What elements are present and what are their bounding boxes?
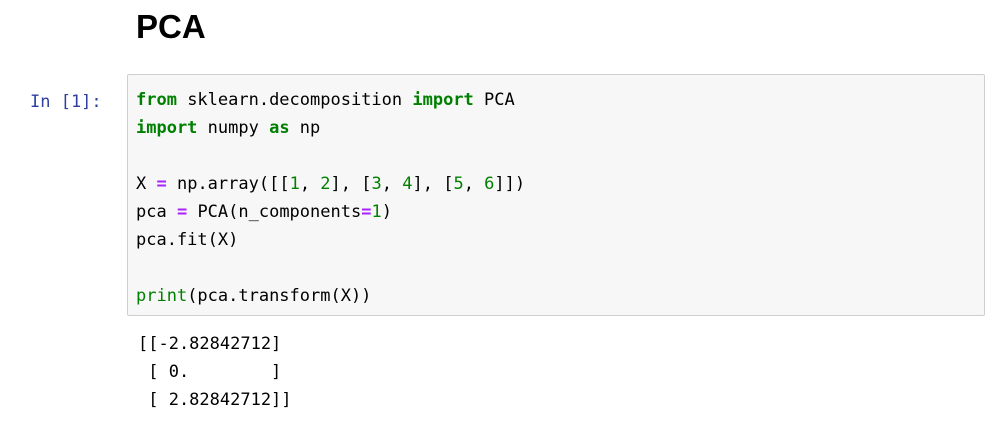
code-cell-input[interactable]: from sklearn.decomposition import PCA imp… <box>127 74 985 316</box>
code-token: PCA(n_components <box>187 202 362 222</box>
code-token: ], [ <box>330 174 372 194</box>
code-token: sklearn.decomposition <box>176 90 413 110</box>
code-line: ​ <box>136 142 525 170</box>
output-line: [ 0. ] <box>138 362 282 382</box>
code-token-num: 1 <box>289 174 300 194</box>
code-token-num: 3 <box>371 174 382 194</box>
code-token: , <box>381 174 403 194</box>
code-token: (pca.transform(X)) <box>187 286 372 306</box>
code-token: pca.fit(X) <box>136 230 239 250</box>
code-token: ]]) <box>494 174 526 194</box>
code-token-op: = <box>176 202 188 222</box>
code-token: np <box>289 118 321 138</box>
code-token-kw: as <box>269 118 290 138</box>
code-token: , <box>463 174 485 194</box>
code-token-op: = <box>156 174 167 194</box>
code-line: import numpy as np <box>136 114 525 142</box>
code-token: np.array([[ <box>166 174 290 194</box>
code-token-kw: from <box>136 90 177 110</box>
code-line: ​ <box>136 254 525 282</box>
code-token-kw: import <box>136 118 198 138</box>
code-token: PCA <box>473 90 515 110</box>
code-line: from sklearn.decomposition import PCA <box>136 86 525 114</box>
output-line: [ 2.82842712]] <box>138 390 292 410</box>
code-token-num: 1 <box>371 202 382 222</box>
code-token: ) <box>381 202 392 222</box>
code-token: pca <box>136 202 177 222</box>
code-token-num: 4 <box>402 174 413 194</box>
code-line: print(pca.transform(X)) <box>136 282 525 310</box>
code-token: numpy <box>197 118 270 138</box>
code-line: pca.fit(X) <box>136 226 525 254</box>
code-token: X <box>136 174 157 194</box>
code-line: pca = PCA(n_components=1) <box>136 198 525 226</box>
code-token: ], [ <box>412 174 454 194</box>
code-token-bi: print <box>136 286 188 306</box>
code-token-num: 6 <box>484 174 495 194</box>
code-token-num: 2 <box>320 174 331 194</box>
cell-output: [[-2.82842712] [ 0. ] [ 2.82842712]] <box>138 330 292 414</box>
output-line: [[-2.82842712] <box>138 334 282 354</box>
code-line: X = np.array([[1, 2], [3, 4], [5, 6]]) <box>136 170 525 198</box>
code-editor[interactable]: from sklearn.decomposition import PCA imp… <box>136 86 525 310</box>
code-token-op: = <box>361 202 372 222</box>
code-token-num: 5 <box>453 174 464 194</box>
code-token: , <box>299 174 321 194</box>
input-prompt: In [1]: <box>30 92 102 112</box>
code-token-kw: import <box>412 90 474 110</box>
markdown-heading: PCA <box>136 8 206 45</box>
